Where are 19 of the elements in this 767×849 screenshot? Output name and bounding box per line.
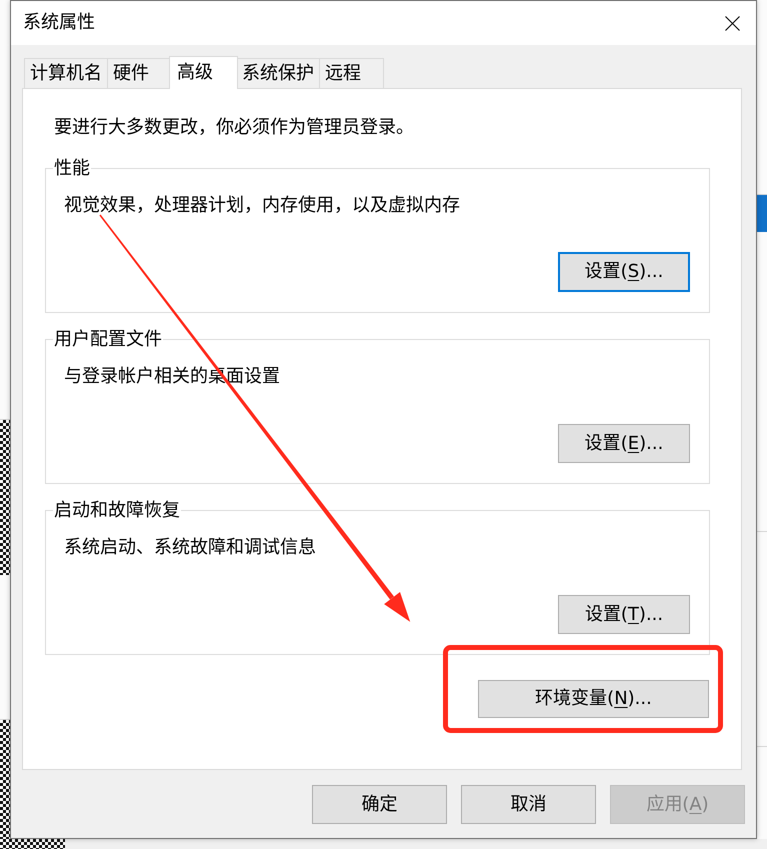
qr-code-icon [0, 420, 10, 575]
group-title: 用户配置文件 [53, 329, 163, 350]
environment-variables-button[interactable]: 环境变量(N)... [478, 680, 709, 718]
cancel-button[interactable]: 取消 [461, 785, 596, 824]
settings-button[interactable]: 设置(E)... [558, 424, 690, 463]
settings-button[interactable]: 设置(S)... [558, 252, 690, 292]
window-title: 系统属性 [23, 12, 95, 34]
tab[interactable]: 高级 [169, 56, 238, 89]
group-description: 系统启动、系统故障和调试信息 [64, 537, 317, 558]
notice-text: 要进行大多数更改，你必须作为管理员登录。 [54, 117, 415, 138]
tab[interactable]: 计算机名 [24, 58, 108, 88]
tab[interactable]: 远程 [319, 58, 384, 88]
close-button[interactable] [725, 16, 740, 30]
image-tile [757, 195, 767, 232]
ok-button[interactable]: 确定 [312, 785, 447, 824]
close-icon [725, 16, 740, 30]
settings-button[interactable]: 设置(T)... [558, 595, 690, 634]
group-title: 启动和故障恢复 [53, 500, 181, 521]
group-description: 视觉效果，处理器计划，内存使用，以及虚拟内存 [64, 195, 461, 216]
